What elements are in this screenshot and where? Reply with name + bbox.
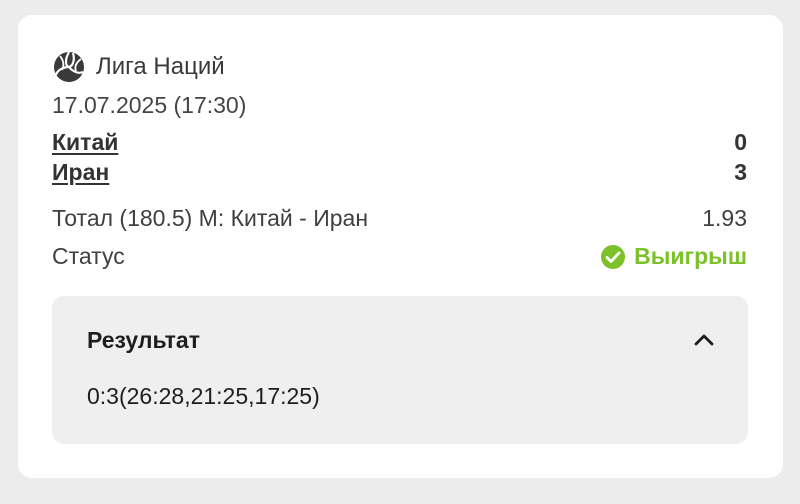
check-circle-icon: [600, 244, 626, 270]
result-value: 0:3(26:28,21:25,17:25): [87, 383, 320, 409]
result-title: Результат: [87, 327, 200, 353]
volleyball-icon: [52, 50, 86, 84]
team-link-home[interactable]: Китай: [52, 129, 118, 156]
team-link-away[interactable]: Иран: [52, 159, 109, 186]
bet-odds: 1.93: [702, 205, 747, 231]
bet-market: Тотал (180.5) М: Китай - Иран: [52, 205, 369, 231]
league-name: Лига Наций: [96, 53, 225, 80]
league-header: Лига Наций: [52, 49, 225, 85]
match-datetime: 17.07.2025 (17:30): [52, 92, 247, 118]
status-badge: Выигрыш: [600, 243, 747, 270]
team-score-away: 3: [734, 159, 747, 185]
bet-market-row: Тотал (180.5) М: Китай - Иран 1.93: [52, 205, 747, 232]
bet-status-row: Статус Выигрыш: [52, 243, 747, 270]
team-score-home: 0: [734, 129, 747, 155]
status-value: Выигрыш: [634, 243, 747, 269]
team-row-away: Иран 3: [52, 159, 747, 186]
team-row-home: Китай 0: [52, 129, 747, 156]
result-panel: Результат 0:3(26:28,21:25,17:25): [52, 296, 748, 444]
status-label: Статус: [52, 243, 125, 269]
chevron-up-icon[interactable]: [690, 326, 718, 354]
bet-card: Лига Наций 17.07.2025 (17:30) Китай 0 Ир…: [18, 15, 783, 478]
